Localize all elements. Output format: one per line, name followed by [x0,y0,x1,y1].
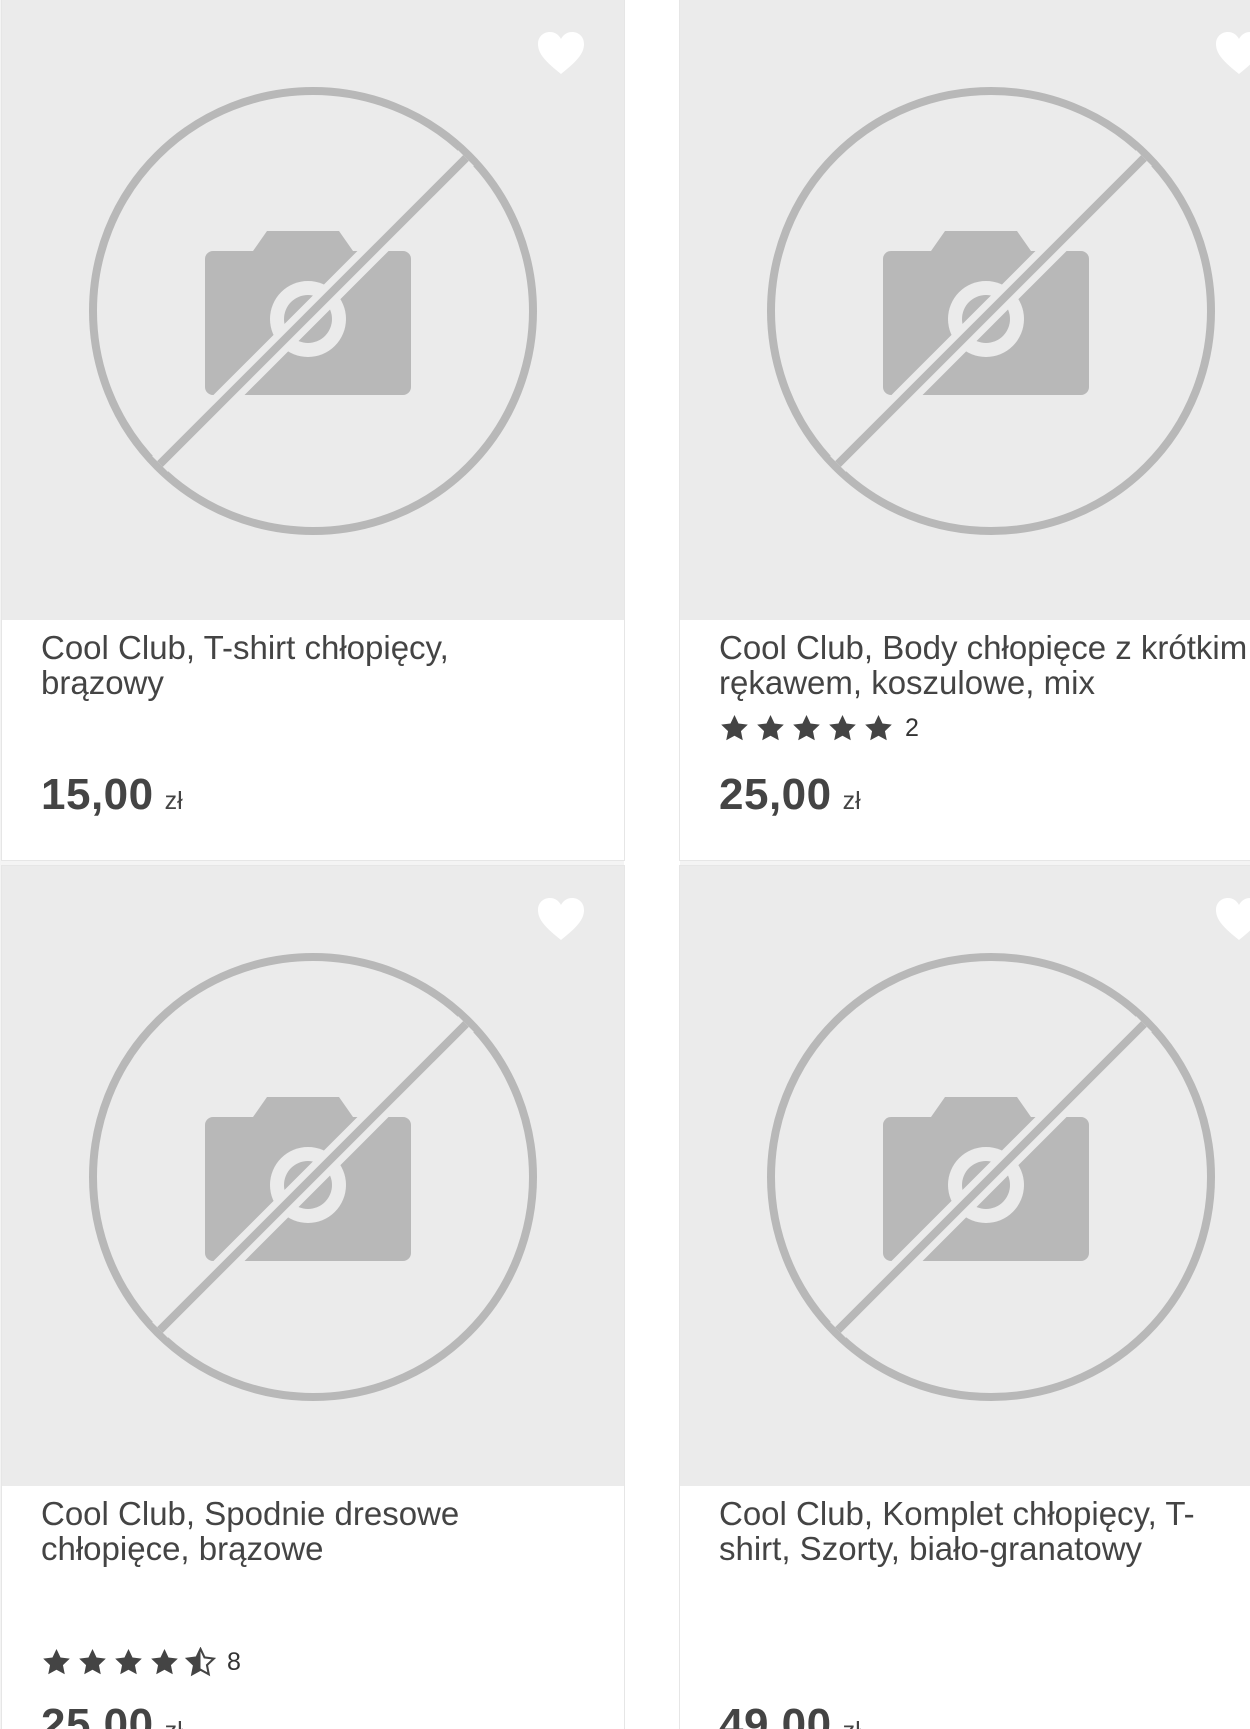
star-icon [793,714,820,740]
star-icon [151,1648,178,1674]
no-photo-icon [89,953,537,1401]
product-title-line: Cool Club, T-shirt chłopięcy, [41,629,449,666]
heart-icon[interactable] [536,896,586,942]
rating-count: 8 [227,1647,241,1676]
product-image-placeholder[interactable] [680,866,1250,1486]
price-currency: zł [842,787,861,815]
product-price: 49,00 zł [719,1700,861,1729]
no-photo-icon [767,953,1215,1401]
product-title[interactable]: Cool Club, Komplet chłopięcy, T- shirt, … [719,1496,1250,1566]
heart-icon[interactable] [536,30,586,76]
price-value: 49,00 [719,1700,832,1729]
price-currency: zł [843,1717,861,1729]
product-price: 25,00 zł [719,770,861,820]
price-value: 25,00 [719,770,832,819]
product-title[interactable]: Cool Club, Spodnie dresowe chłopięce, br… [41,1496,611,1566]
product-image-placeholder[interactable] [2,866,624,1486]
price-currency: zł [165,1717,183,1729]
heart-icon[interactable] [1214,896,1250,942]
no-photo-icon [767,87,1215,535]
product-image-placeholder[interactable] [2,0,624,620]
product-title-line: Cool Club, Body chłopięce z krótkim [719,629,1248,666]
price-value: 25,00 [41,1700,154,1729]
product-rating: 2 [719,712,919,744]
product-title-line: rękawem, koszulowe, mix [719,664,1095,701]
rating-count: 2 [905,713,919,742]
star-icon [829,714,856,740]
product-title-line: chłopięce, brązowe [41,1530,324,1567]
no-photo-icon [89,87,537,535]
star-half-icon [185,1646,216,1676]
product-title-line: Cool Club, Komplet chłopięcy, T- [719,1495,1195,1532]
price-value: 15,00 [41,770,154,819]
product-rating: 8 [41,1646,241,1678]
star-icon [865,714,892,740]
star-icon [721,714,748,740]
product-image-placeholder[interactable] [680,0,1250,620]
product-title-line: brązowy [41,664,164,701]
star-icon [115,1648,142,1674]
star-icon [79,1648,106,1674]
price-currency: zł [164,787,183,815]
heart-icon[interactable] [1214,30,1250,76]
product-title-line: shirt, Szorty, biało-granatowy [719,1530,1143,1567]
star-icon [43,1648,70,1674]
product-card[interactable]: Cool Club, Komplet chłopięcy, T- shirt, … [680,866,1250,1729]
product-grid: Cool Club, T-shirt chłopięcy, brązowy 15… [0,0,1250,1729]
product-price: 25,00 zł [41,1700,183,1729]
star-icon [757,714,784,740]
product-title[interactable]: Cool Club, Body chłopięce z krótkim ręka… [719,630,1250,700]
product-title-line: Cool Club, Spodnie dresowe [41,1495,460,1532]
product-card[interactable]: Cool Club, Body chłopięce z krótkim ręka… [680,0,1250,860]
product-title[interactable]: Cool Club, T-shirt chłopięcy, brązowy [41,630,611,700]
product-card[interactable]: Cool Club, Spodnie dresowe chłopięce, br… [2,866,624,1729]
grid-gutter [624,0,680,1729]
product-card[interactable]: Cool Club, T-shirt chłopięcy, brązowy 15… [2,0,624,860]
product-price: 15,00 zł [41,770,183,820]
